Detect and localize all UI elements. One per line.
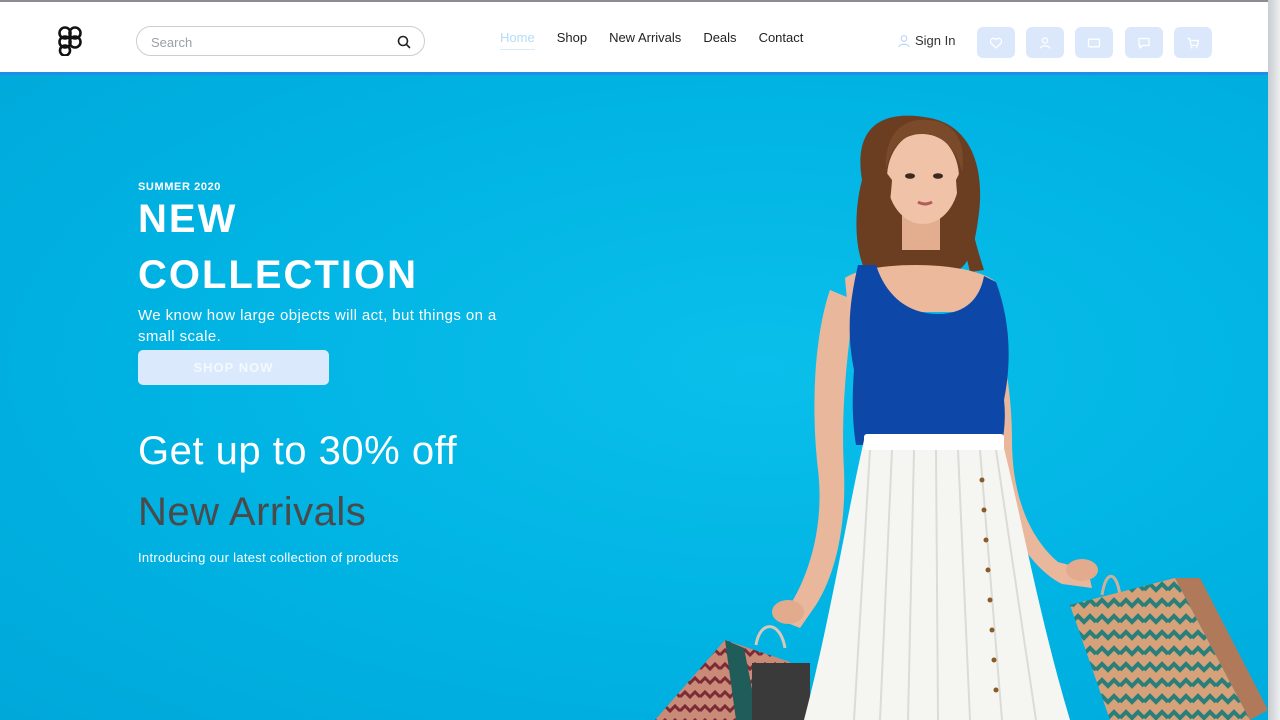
user-outline-icon	[898, 34, 910, 47]
window-edge	[1268, 0, 1280, 720]
nav-home[interactable]: Home	[500, 30, 535, 50]
search-input[interactable]	[151, 33, 391, 51]
hero-description: We know how large objects will act, but …	[138, 307, 497, 345]
nav-new-arrivals[interactable]: New Arrivals	[609, 30, 681, 50]
wallet-button[interactable]	[1075, 27, 1113, 58]
hero-model-image	[655, 115, 1268, 720]
new-arrivals-heading: New Arrivals	[138, 490, 367, 534]
site-header: Home Shop New Arrivals Deals Contact Sig…	[0, 2, 1268, 75]
wishlist-button[interactable]	[977, 27, 1015, 58]
figma-logo-icon[interactable]	[56, 26, 84, 56]
chat-icon	[1138, 37, 1150, 49]
main-nav: Home Shop New Arrivals Deals Contact	[500, 30, 825, 50]
offer-heading: Get up to 30% off	[138, 429, 458, 473]
card-icon	[1087, 38, 1101, 47]
intro-text: Introducing our latest collection of pro…	[138, 550, 399, 565]
sign-in-link[interactable]: Sign In	[897, 33, 955, 48]
heart-icon	[989, 37, 1003, 49]
shop-now-button[interactable]: SHOP NOW	[138, 350, 329, 385]
nav-deals[interactable]: Deals	[703, 30, 736, 50]
search-box	[136, 26, 425, 56]
cart-button[interactable]	[1174, 27, 1212, 58]
account-button[interactable]	[1026, 27, 1064, 58]
cart-icon	[1187, 37, 1200, 48]
nav-contact[interactable]: Contact	[759, 30, 804, 50]
sign-in-label: Sign In	[915, 33, 956, 48]
hero-headline-line2: COLLECTION	[138, 253, 418, 297]
user-icon	[1039, 36, 1051, 49]
search-icon[interactable]	[396, 34, 412, 50]
season-label: SUMMER 2020	[138, 181, 222, 193]
hero-headline-line1: NEW	[138, 197, 238, 241]
nav-shop[interactable]: Shop	[557, 30, 587, 50]
window-top-edge	[0, 0, 1268, 2]
messages-button[interactable]	[1125, 27, 1163, 58]
page-frame: Home Shop New Arrivals Deals Contact Sig…	[0, 0, 1268, 720]
